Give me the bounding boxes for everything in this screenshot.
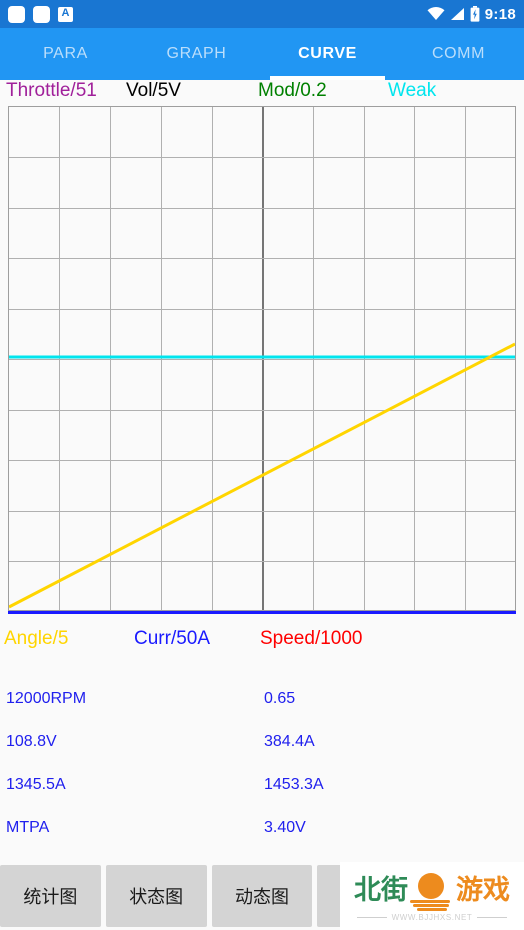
chart-bottom-axis xyxy=(8,611,516,614)
signal-icon xyxy=(450,8,464,20)
readout-iq-value: 1453.3A xyxy=(264,776,324,793)
letter-a-badge-icon: A xyxy=(58,6,73,22)
status-bar-left-icons: A xyxy=(8,5,73,23)
readout-mode-value: MTPA xyxy=(6,819,50,836)
readout-row: 12000RPM 0.65 xyxy=(0,690,524,733)
readout-row: 108.8V 384.4A xyxy=(0,733,524,776)
legend-angle: Angle/5 xyxy=(4,628,69,649)
readout-row: 1345.5A 1453.3A xyxy=(0,776,524,819)
tab-bar: PARA GRAPH CURVE COMM xyxy=(0,28,524,80)
readout-voltage-value: 108.8V xyxy=(6,733,57,750)
button-statistics-chart[interactable]: 统计图 xyxy=(0,865,101,927)
readout-idc-value: 1345.5A xyxy=(6,776,66,793)
chart-top-legend: Throttle/51 Vol/5V Mod/0.2 Weak xyxy=(0,80,524,106)
chart-bottom-legend: Angle/5 Curr/50A Speed/1000 xyxy=(0,628,524,654)
legend-weak: Weak xyxy=(388,80,437,101)
legend-throttle: Throttle/51 xyxy=(6,80,97,101)
curve-chart: Throttle/51 Vol/5V Mod/0.2 Weak Angle/5 … xyxy=(0,80,524,665)
rounded-square-icon xyxy=(33,5,50,23)
readout-panel: 12000RPM 0.65 108.8V 384.4A 1345.5A 1453… xyxy=(0,690,524,860)
legend-speed: Speed/1000 xyxy=(260,628,363,649)
status-bar: A 9:18 xyxy=(0,0,524,28)
readout-mod-value: 0.65 xyxy=(264,690,296,707)
wifi-icon xyxy=(427,7,445,20)
chart-plot-area[interactable] xyxy=(8,106,516,611)
status-bar-right-icons: 9:18 xyxy=(427,6,516,23)
chart-series-lines xyxy=(9,342,515,609)
rounded-square-icon xyxy=(8,5,25,23)
tab-curve[interactable]: CURVE xyxy=(262,28,393,80)
readout-vdc-value: 3.40V xyxy=(264,819,306,836)
button-dynamic-chart[interactable]: 动态图 xyxy=(211,865,313,927)
readout-row: MTPA 3.40V xyxy=(0,819,524,862)
button-status-chart[interactable]: 状态图 xyxy=(105,865,207,927)
legend-vol: Vol/5V xyxy=(126,80,181,101)
status-bar-clock: 9:18 xyxy=(484,5,516,23)
readout-speed-value: 12000RPM xyxy=(6,690,87,707)
button-fourth[interactable] xyxy=(317,865,419,927)
legend-curr: Curr/50A xyxy=(134,628,211,649)
series-line-angle xyxy=(9,342,515,609)
tab-comm[interactable]: COMM xyxy=(393,28,524,80)
readout-current-value: 384.4A xyxy=(264,733,315,750)
button-fifth-selected[interactable] xyxy=(423,865,524,927)
battery-charging-icon xyxy=(470,6,480,22)
bottom-button-bar: 统计图 状态图 动态图 xyxy=(0,862,524,930)
tab-graph[interactable]: GRAPH xyxy=(131,28,262,80)
tab-para[interactable]: PARA xyxy=(0,28,131,80)
legend-mod: Mod/0.2 xyxy=(258,80,327,101)
